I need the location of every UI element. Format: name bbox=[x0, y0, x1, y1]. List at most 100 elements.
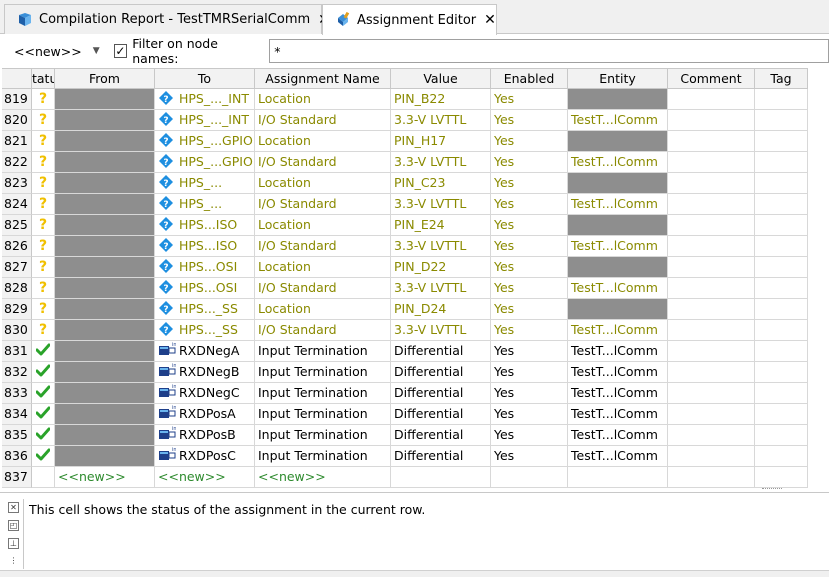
to-cell[interactable]: ? HPS_..._INT bbox=[155, 89, 255, 110]
comment-cell[interactable] bbox=[668, 215, 755, 236]
status-ok-icon[interactable] bbox=[32, 341, 55, 362]
value-cell[interactable]: 3.3-V LVTTL bbox=[391, 320, 491, 341]
assignment-name-cell[interactable]: Input Termination bbox=[255, 362, 391, 383]
entity-cell[interactable]: TestT...lComm bbox=[568, 110, 668, 131]
value-cell[interactable]: 3.3-V LVTTL bbox=[391, 110, 491, 131]
comment-cell[interactable] bbox=[668, 278, 755, 299]
value-cell[interactable]: Differential bbox=[391, 404, 491, 425]
value-cell[interactable]: Differential bbox=[391, 362, 491, 383]
entity-cell[interactable]: TestT...lComm bbox=[568, 320, 668, 341]
tag-cell[interactable] bbox=[755, 236, 808, 257]
from-cell-redacted[interactable] bbox=[55, 320, 155, 341]
comment-cell[interactable] bbox=[668, 173, 755, 194]
value-cell[interactable]: PIN_D24 bbox=[391, 299, 491, 320]
tag-cell[interactable] bbox=[755, 299, 808, 320]
resize-grip[interactable] bbox=[762, 488, 782, 491]
table-row[interactable]: 821?? HPS_...GPIO Location PIN_H17 Yes bbox=[2, 131, 808, 152]
comment-cell[interactable] bbox=[668, 320, 755, 341]
more-icon[interactable]: ⋮ bbox=[8, 556, 19, 567]
table-row[interactable]: 823?? HPS_... Location PIN_C23 Yes bbox=[2, 173, 808, 194]
status-unknown-icon[interactable]: ? bbox=[32, 215, 55, 236]
assignment-name-cell[interactable]: Location bbox=[255, 131, 391, 152]
table-row[interactable]: 828?? HPS...OSI I/O Standard 3.3-V LVTTL Yes… bbox=[2, 278, 808, 299]
enabled-cell[interactable]: Yes bbox=[491, 152, 568, 173]
comment-cell[interactable] bbox=[668, 194, 755, 215]
assignment-name-cell[interactable]: I/O Standard bbox=[255, 152, 391, 173]
empty-cell[interactable] bbox=[568, 467, 668, 488]
from-cell-redacted[interactable] bbox=[55, 215, 155, 236]
table-row[interactable]: 824?? HPS_... I/O Standard 3.3-V LVTTL Yes Te… bbox=[2, 194, 808, 215]
to-cell[interactable]: inRXDPosB bbox=[155, 425, 255, 446]
from-cell-redacted[interactable] bbox=[55, 152, 155, 173]
table-row[interactable]: 820?? HPS_..._INT I/O Standard 3.3-V LVTTL Y… bbox=[2, 110, 808, 131]
from-cell-redacted[interactable] bbox=[55, 383, 155, 404]
comment-cell[interactable] bbox=[668, 425, 755, 446]
from-cell-redacted[interactable] bbox=[55, 299, 155, 320]
to-cell[interactable]: ? HPS..._SS bbox=[155, 320, 255, 341]
header-tag[interactable]: Tag bbox=[755, 69, 808, 89]
enabled-cell[interactable]: Yes bbox=[491, 215, 568, 236]
tag-cell[interactable] bbox=[755, 257, 808, 278]
empty-cell[interactable] bbox=[391, 467, 491, 488]
new-assignment-row[interactable]: 837 <<new>> <<new>> <<new>> bbox=[2, 467, 808, 488]
from-cell-redacted[interactable] bbox=[55, 89, 155, 110]
enabled-cell[interactable]: Yes bbox=[491, 89, 568, 110]
enabled-cell[interactable]: Yes bbox=[491, 425, 568, 446]
from-cell-redacted[interactable] bbox=[55, 257, 155, 278]
entity-cell-redacted[interactable] bbox=[568, 299, 668, 320]
to-cell[interactable]: ? HPS...OSI bbox=[155, 257, 255, 278]
enabled-cell[interactable]: Yes bbox=[491, 278, 568, 299]
value-cell[interactable]: PIN_C23 bbox=[391, 173, 491, 194]
tag-cell[interactable] bbox=[755, 89, 808, 110]
from-cell-redacted[interactable] bbox=[55, 278, 155, 299]
comment-cell[interactable] bbox=[668, 299, 755, 320]
tab-assignment-editor[interactable]: Assignment Editor ✕ bbox=[322, 4, 497, 35]
header-enabled[interactable]: Enabled bbox=[491, 69, 568, 89]
status-unknown-icon[interactable]: ? bbox=[32, 299, 55, 320]
to-cell[interactable]: inRXDNegB bbox=[155, 362, 255, 383]
enabled-cell[interactable]: Yes bbox=[491, 173, 568, 194]
entity-cell-redacted[interactable] bbox=[568, 173, 668, 194]
comment-cell[interactable] bbox=[668, 131, 755, 152]
table-row[interactable]: 836inRXDPosCInput TerminationDifferentia… bbox=[2, 446, 808, 467]
from-cell-redacted[interactable] bbox=[55, 446, 155, 467]
value-cell[interactable]: 3.3-V LVTTL bbox=[391, 194, 491, 215]
enabled-cell[interactable]: Yes bbox=[491, 341, 568, 362]
value-cell[interactable]: 3.3-V LVTTL bbox=[391, 236, 491, 257]
entity-cell[interactable]: TestT...lComm bbox=[568, 194, 668, 215]
status-ok-icon[interactable] bbox=[32, 362, 55, 383]
value-cell[interactable]: Differential bbox=[391, 446, 491, 467]
value-cell[interactable]: Differential bbox=[391, 341, 491, 362]
tag-cell[interactable] bbox=[755, 383, 808, 404]
value-cell[interactable]: Differential bbox=[391, 425, 491, 446]
comment-cell[interactable] bbox=[668, 89, 755, 110]
header-status[interactable]: tatu bbox=[32, 69, 55, 89]
table-row[interactable]: 822?? HPS_...GPIO I/O Standard 3.3-V LVTTL Y… bbox=[2, 152, 808, 173]
value-cell[interactable]: 3.3-V LVTTL bbox=[391, 152, 491, 173]
to-cell[interactable]: ? HPS..._SS bbox=[155, 299, 255, 320]
table-row[interactable]: 830?? HPS..._SS I/O Standard 3.3-V LVTTL Yes… bbox=[2, 320, 808, 341]
enabled-cell[interactable]: Yes bbox=[491, 446, 568, 467]
from-cell-redacted[interactable] bbox=[55, 404, 155, 425]
comment-cell[interactable] bbox=[668, 383, 755, 404]
to-cell[interactable]: ? HPS...OSI bbox=[155, 278, 255, 299]
tag-cell[interactable] bbox=[755, 341, 808, 362]
to-cell[interactable]: inRXDPosC bbox=[155, 446, 255, 467]
empty-cell[interactable] bbox=[755, 467, 808, 488]
new-to-cell[interactable]: <<new>> bbox=[155, 467, 255, 488]
enabled-cell[interactable]: Yes bbox=[491, 383, 568, 404]
close-icon[interactable]: ✕ bbox=[484, 12, 496, 28]
comment-cell[interactable] bbox=[668, 152, 755, 173]
status-unknown-icon[interactable]: ? bbox=[32, 278, 55, 299]
assignment-name-cell[interactable]: Location bbox=[255, 89, 391, 110]
to-cell[interactable]: inRXDNegA bbox=[155, 341, 255, 362]
filter-input[interactable]: * bbox=[269, 39, 829, 63]
table-row[interactable]: 832inRXDNegBInput TerminationDifferentia… bbox=[2, 362, 808, 383]
table-row[interactable]: 819?? HPS_..._INT Location PIN_B22 Yes bbox=[2, 89, 808, 110]
status-unknown-icon[interactable]: ? bbox=[32, 110, 55, 131]
enabled-cell[interactable]: Yes bbox=[491, 299, 568, 320]
tag-cell[interactable] bbox=[755, 362, 808, 383]
to-cell[interactable]: ? HPS...ISO bbox=[155, 236, 255, 257]
comment-cell[interactable] bbox=[668, 341, 755, 362]
restore-icon[interactable]: ◰ bbox=[8, 520, 19, 531]
